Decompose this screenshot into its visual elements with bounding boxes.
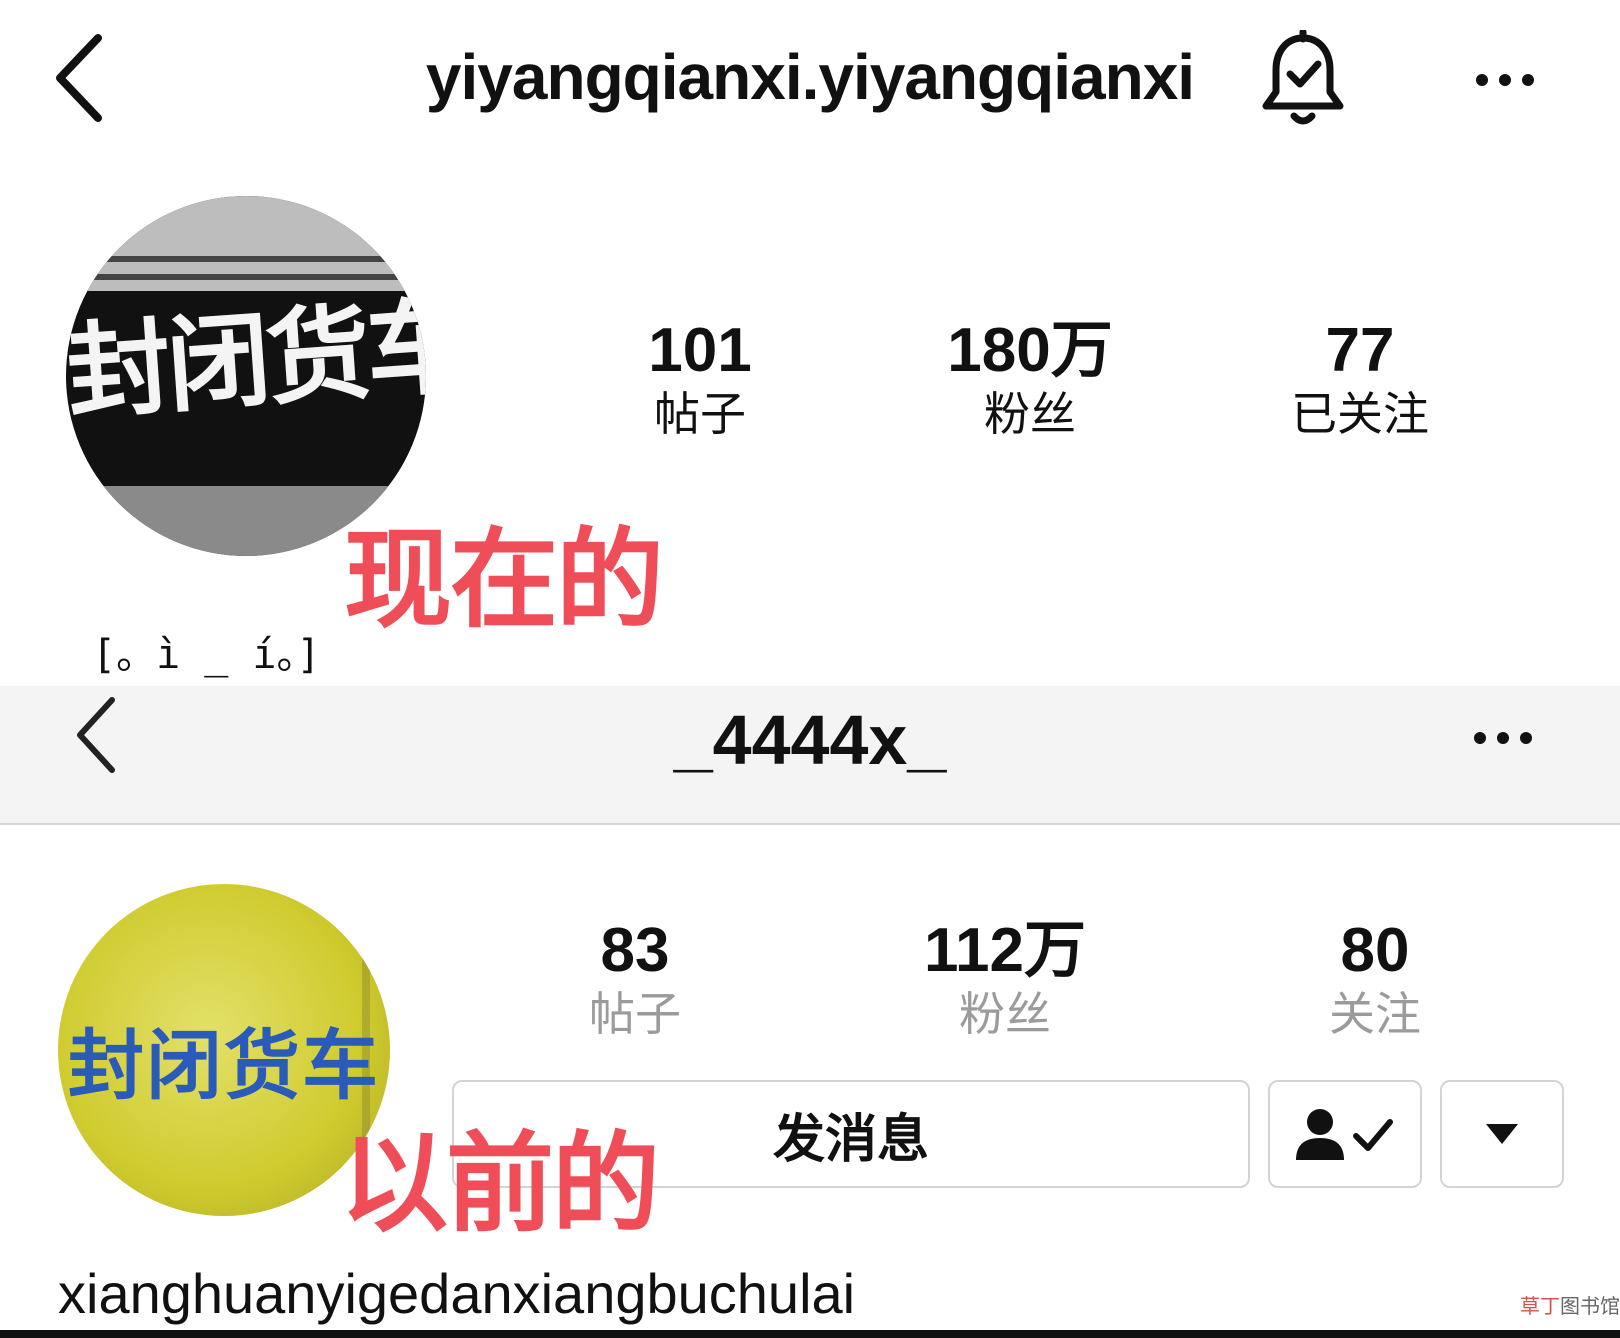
stat-label: 粉丝 <box>959 988 1051 1040</box>
suggestions-dropdown-button[interactable] <box>1440 1080 1564 1188</box>
current-bio: [。ì _ í。] <box>92 632 321 678</box>
stat-value: 83 <box>600 916 670 985</box>
stat-value: 180万 <box>947 316 1113 385</box>
avatar-stripe <box>66 256 426 262</box>
stat-value: 101 <box>648 316 752 385</box>
back-chevron-icon[interactable] <box>70 692 130 778</box>
current-avatar[interactable]: 封闭货车 <box>66 196 426 556</box>
watermark-text: 图书馆 <box>1560 1296 1620 1318</box>
stat-value: 112万 <box>923 916 1087 985</box>
stat-value: 77 <box>1325 316 1395 385</box>
stat-posts[interactable]: 83 帖子 <box>520 916 750 1042</box>
stat-label: 帖子 <box>654 388 746 440</box>
person-check-icon <box>1296 1109 1393 1160</box>
caret-down-icon <box>1486 1124 1518 1144</box>
avatar-sign-text: 封闭货车 <box>66 288 426 433</box>
previous-username-title: _4444x_ <box>673 701 947 779</box>
stat-value: 80 <box>1340 916 1410 985</box>
stat-following[interactable]: 80 关注 <box>1260 916 1490 1042</box>
back-chevron-icon[interactable] <box>48 28 118 128</box>
stat-label: 粉丝 <box>984 388 1076 440</box>
more-options-icon[interactable] <box>1470 50 1540 110</box>
stat-followers[interactable]: 180万 粉丝 <box>900 316 1160 442</box>
following-toggle-button[interactable] <box>1268 1080 1422 1188</box>
stat-following[interactable]: 77 已关注 <box>1240 316 1480 442</box>
caption-previous: 以前的 <box>340 1123 660 1244</box>
stat-followers[interactable]: 112万 粉丝 <box>880 916 1130 1042</box>
watermark: 草丁图书馆 <box>1520 1290 1620 1319</box>
stat-posts[interactable]: 101 帖子 <box>580 316 820 442</box>
stat-label: 关注 <box>1329 988 1421 1040</box>
stat-label: 已关注 <box>1291 388 1429 440</box>
current-username-title: yiyangqianxi.yiyangqianxi <box>425 41 1195 113</box>
stat-label: 帖子 <box>589 988 681 1040</box>
bottom-edge-bar <box>0 1330 1620 1338</box>
watermark-accent: 草丁 <box>1520 1296 1560 1318</box>
more-options-icon[interactable] <box>1468 718 1538 758</box>
caption-current: 现在的 <box>344 519 664 640</box>
bell-check-icon[interactable] <box>1258 30 1348 130</box>
previous-bio: xianghuanyigedanxiangbuchulai <box>58 1262 856 1325</box>
avatar-sign-text: 封闭货车 <box>68 1024 380 1109</box>
